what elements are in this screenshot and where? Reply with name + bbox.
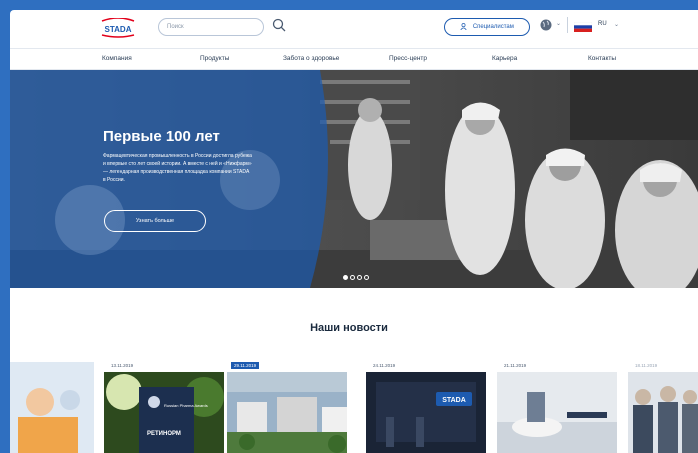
news-date: 24.11.2019 <box>373 363 396 368</box>
news-date: 13.11.2019 <box>111 363 134 368</box>
nav-item-company[interactable]: Компания <box>102 55 132 62</box>
news-card[interactable]: Russian Pharma Awards РЕТИНОРМ 13.11.201… <box>104 362 224 453</box>
main-nav: Компания Продукты Забота о здоровье Прес… <box>10 48 698 70</box>
stada-logo[interactable]: STADA <box>98 18 138 38</box>
specialists-label: Специалистам <box>472 24 514 30</box>
site-header: STADA Поиск Специалистам ⌄ RU ⌄ <box>10 10 698 46</box>
chevron-down-icon[interactable]: ⌄ <box>614 21 619 28</box>
slider-dot[interactable] <box>357 275 362 280</box>
divider <box>567 17 568 33</box>
nav-item-press[interactable]: Пресс-центр <box>389 55 427 62</box>
slider-dot[interactable] <box>343 275 348 280</box>
news-card[interactable]: 18.11.2019 <box>628 362 698 453</box>
news-card[interactable]: STADA 24.11.2019 <box>366 362 486 453</box>
chevron-down-icon[interactable]: ⌄ <box>556 20 561 27</box>
slider-dot[interactable] <box>364 275 369 280</box>
news-card[interactable]: 21.11.2019 <box>497 362 617 453</box>
nav-item-career[interactable]: Карьера <box>492 55 517 62</box>
news-section-title: Наши новости <box>310 322 388 334</box>
news-carousel: Russian Pharma Awards РЕТИНОРМ 13.11.201… <box>0 362 698 453</box>
svg-text:Russian Pharma Awards: Russian Pharma Awards <box>164 403 208 408</box>
search-input[interactable]: Поиск <box>158 18 264 36</box>
slider-dot[interactable] <box>350 275 355 280</box>
news-date: 18.11.2019 <box>635 363 658 368</box>
user-icon <box>460 23 467 31</box>
hero-banner: Первые 100 лет Фармацевтическая промышле… <box>10 70 698 288</box>
news-card[interactable] <box>10 362 94 453</box>
specialists-button[interactable]: Специалистам <box>444 18 530 36</box>
hero-title: Первые 100 лет <box>103 128 220 145</box>
svg-text:STADA: STADA <box>105 25 132 34</box>
nav-item-contacts[interactable]: Контакты <box>588 55 616 62</box>
news-card[interactable]: 29.11.2019 <box>227 362 347 453</box>
language-selector[interactable]: RU <box>598 21 607 27</box>
news-image <box>227 372 347 453</box>
nav-item-products[interactable]: Продукты <box>200 55 229 62</box>
search-icon[interactable] <box>272 18 286 32</box>
news-image <box>10 362 94 453</box>
news-image <box>628 372 698 453</box>
svg-text:РЕТИНОРМ: РЕТИНОРМ <box>147 431 181 437</box>
news-image: STADA <box>366 372 486 453</box>
globe-icon[interactable] <box>540 19 552 31</box>
hero-description: Фармацевтическая промышленность в России… <box>103 153 252 183</box>
news-date: 21.11.2019 <box>504 363 527 368</box>
news-date: 29.11.2019 <box>231 362 260 369</box>
slider-dots <box>343 267 371 280</box>
svg-text:STADA: STADA <box>442 397 466 404</box>
news-image: Russian Pharma Awards РЕТИНОРМ <box>104 372 224 453</box>
learn-more-button[interactable]: Узнать больше <box>104 210 206 232</box>
nav-item-health[interactable]: Забота о здоровье <box>283 55 339 62</box>
news-image <box>497 372 617 453</box>
russia-flag-icon[interactable] <box>574 22 592 32</box>
